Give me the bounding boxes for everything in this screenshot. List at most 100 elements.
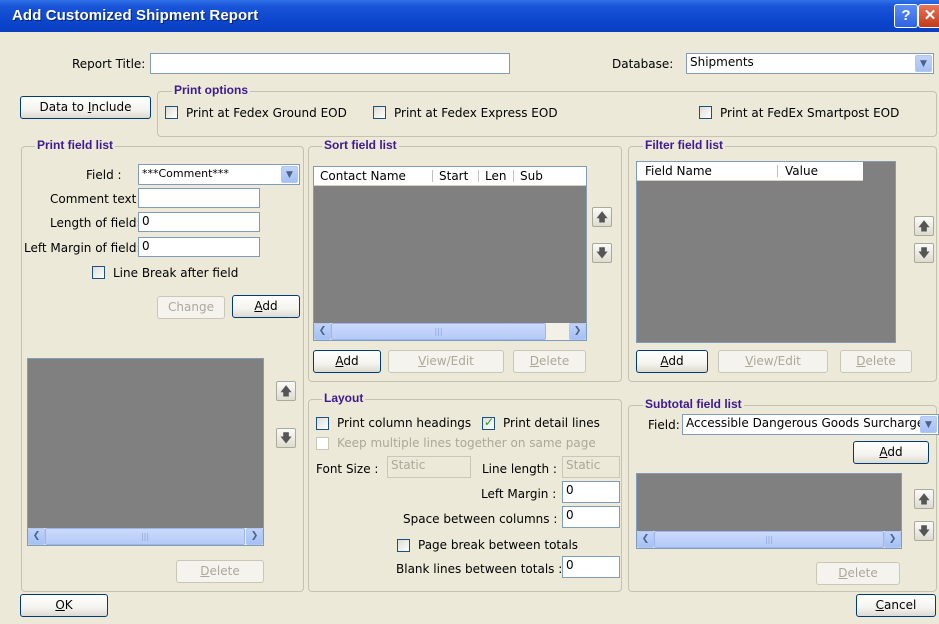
chevron-down-icon[interactable]: ▼ [281, 166, 298, 183]
ok-button[interactable]: OK [20, 594, 108, 617]
move-down-button[interactable]: 🡇 [276, 428, 296, 448]
subtotal-move-up-button[interactable]: 🡅 [914, 489, 934, 509]
scroll-left-icon[interactable]: ❮ [28, 528, 45, 545]
filter-add-post: dd [668, 354, 684, 368]
sort-move-up-button[interactable]: 🡅 [592, 207, 612, 227]
subtotal-field-label: Field: [648, 418, 680, 432]
ok-key: O [55, 598, 65, 612]
sort-add-post: dd [343, 354, 359, 368]
subtotal-add-button[interactable]: Add [853, 441, 929, 464]
change-button[interactable]: Change [157, 296, 225, 319]
sort-delete-key: D [529, 354, 540, 368]
sort-col-contact[interactable]: Contact Name [320, 169, 406, 183]
scroll-right-icon[interactable]: ❯ [884, 531, 901, 548]
print-field-listbox[interactable]: ❮ ||| ❯ [27, 358, 264, 546]
sort-col-start[interactable]: Start [439, 169, 468, 183]
move-up-button[interactable]: 🡅 [276, 381, 296, 401]
cancel-button[interactable]: Cancel [856, 594, 936, 617]
filter-add-button[interactable]: Add [636, 350, 708, 373]
length-of-field-input[interactable]: 0 [138, 212, 260, 232]
print-smartpost-label: Print at FedEx Smartpost EOD [720, 106, 900, 120]
layout-title: Layout [322, 391, 366, 405]
filter-view-key: V [745, 354, 754, 368]
sort-delete-button[interactable]: Delete [513, 350, 586, 373]
subtotal-field-list-title: Subtotal field list [643, 397, 744, 411]
scroll-thumb[interactable]: ||| [45, 528, 245, 545]
subtotal-field-select[interactable]: Accessible Dangerous Goods Surcharge ▼ [682, 414, 939, 435]
line-length-label: Line length : [482, 462, 557, 476]
sort-view-edit-button[interactable]: View/Edit [388, 350, 504, 373]
filter-view-post: iew/Edit [753, 354, 801, 368]
font-size-input[interactable]: Static [387, 456, 471, 478]
print-detail-lines-checkbox[interactable]: ✓ [482, 415, 495, 430]
chevron-down-icon[interactable]: ▼ [920, 416, 937, 433]
subtotal-move-down-button[interactable]: 🡇 [914, 521, 934, 541]
left-margin-of-field-input[interactable]: 0 [138, 237, 260, 257]
print-delete-post: elete [209, 564, 240, 578]
print-express-label: Print at Fedex Express EOD [394, 106, 558, 120]
length-of-field-label: Length of field: [50, 216, 141, 230]
print-add-button[interactable]: Add [232, 295, 300, 318]
sort-col-len[interactable]: Len [485, 169, 506, 183]
chevron-down-icon[interactable]: ▼ [915, 55, 932, 72]
blank-lines-input[interactable]: 0 [562, 556, 620, 578]
print-list-hscroll[interactable]: ❮ ||| ❯ [28, 528, 263, 545]
filter-delete-key: D [856, 354, 866, 368]
print-field-select[interactable]: ***Comment*** ▼ [138, 164, 300, 185]
close-button[interactable]: ✕ [918, 4, 939, 28]
subtotal-list-hscroll[interactable]: ❮ ||| ❯ [637, 531, 901, 548]
window-title: Add Customized Shipment Report [12, 7, 259, 24]
space-between-columns-input[interactable]: 0 [562, 506, 620, 528]
sort-field-list-title: Sort field list [322, 138, 399, 152]
sort-field-listbox[interactable]: Contact Name Start Len Sub ❮ ||| ❯ [313, 166, 587, 341]
filter-view-edit-button[interactable]: View/Edit [718, 350, 828, 373]
report-title-input[interactable] [150, 53, 510, 74]
scroll-left-icon[interactable]: ❮ [314, 323, 331, 340]
page-break-label: Page break between totals [418, 538, 579, 552]
print-column-headings-checkbox[interactable] [316, 417, 329, 430]
print-ground-checkbox[interactable] [165, 106, 178, 119]
subtotal-field-listbox[interactable]: ❮ ||| ❯ [636, 473, 902, 549]
cancel-post: ancel [884, 598, 917, 612]
keep-lines-label: Keep multiple lines together on same pag… [337, 436, 596, 450]
sort-move-down-button[interactable]: 🡇 [592, 243, 612, 263]
help-button[interactable]: ? [894, 4, 918, 28]
filter-col-value[interactable]: Value [785, 164, 818, 178]
database-select[interactable]: Shipments ▼ [686, 53, 934, 74]
filter-move-up-button[interactable]: 🡅 [914, 216, 934, 236]
scroll-thumb[interactable]: ||| [331, 323, 546, 340]
subtotal-delete-button[interactable]: Delete [816, 562, 900, 585]
data-to-include-button[interactable]: Data to Include [20, 96, 151, 119]
print-detail-lines-label: Print detail lines [503, 416, 600, 430]
scroll-thumb[interactable]: ||| [654, 531, 884, 548]
scroll-left-icon[interactable]: ❮ [637, 531, 654, 548]
filter-move-down-button[interactable]: 🡇 [914, 243, 934, 263]
subtotal-add-post: dd [887, 445, 903, 459]
line-break-checkbox[interactable] [92, 266, 105, 279]
scroll-right-icon[interactable]: ❯ [246, 528, 263, 545]
ok-post: K [64, 598, 73, 612]
database-value: Shipments [690, 55, 754, 69]
space-between-columns-label: Space between columns : [403, 512, 558, 526]
filter-field-listbox[interactable]: Field Name Value [636, 161, 896, 343]
sort-col-sub[interactable]: Sub [520, 169, 543, 183]
print-smartpost-checkbox[interactable] [699, 106, 712, 119]
keep-lines-checkbox[interactable] [316, 437, 329, 450]
print-express-checkbox[interactable] [373, 106, 386, 119]
scroll-right-icon[interactable]: ❯ [569, 323, 586, 340]
page-break-checkbox[interactable] [397, 539, 410, 552]
report-title-label: Report Title: [72, 57, 146, 71]
print-ground-label: Print at Fedex Ground EOD [186, 106, 347, 120]
filter-col-field-name[interactable]: Field Name [645, 164, 712, 178]
line-length-input[interactable]: Static [562, 456, 620, 478]
print-delete-button[interactable]: Delete [176, 560, 264, 583]
database-label: Database: [612, 57, 674, 71]
filter-delete-button[interactable]: Delete [840, 350, 912, 373]
sort-add-button[interactable]: Add [313, 350, 381, 373]
comment-text-input[interactable] [138, 188, 260, 208]
subtotal-field-value: Accessible Dangerous Goods Surcharge [686, 416, 925, 430]
sort-list-hscroll[interactable]: ❮ ||| ❯ [314, 323, 586, 340]
subtotal-delete-post: elete [847, 566, 878, 580]
font-size-label: Font Size : [316, 462, 379, 476]
left-margin-input[interactable]: 0 [562, 481, 620, 503]
